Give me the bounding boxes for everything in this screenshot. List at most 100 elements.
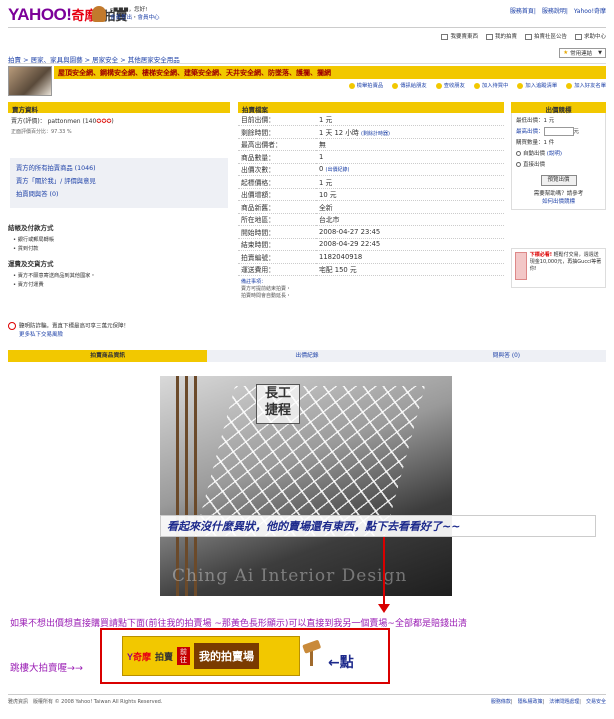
promo-banner[interactable]: 下標必看! 輕鬆付交易，週週送現金10,000元，再抽Gucci等著你! (511, 248, 606, 288)
logout-link[interactable]: 會員登出 (110, 15, 132, 21)
tab-bid-history[interactable]: 出價紀錄 (207, 350, 407, 362)
auction-details: 拍賣檔案 目前出價： 1 元剩餘時間： 1 天 12 小時 (剩餘計時器) 最高出價者… (238, 102, 504, 303)
promo-text: 下標必看! 輕鬆付交易，週週送現金10,000元，再抽Gucci等著你! (529, 252, 602, 272)
detail-row: 拍賣編號： 1182040918 (238, 250, 504, 264)
risk-link[interactable]: 更多私下交易風險 (8, 331, 230, 339)
bid-price-input[interactable] (543, 127, 574, 136)
detail-label: 商品新舊： (238, 200, 316, 214)
detail-value: 無 (316, 138, 504, 151)
detail-value: 0 (出價紀錄) (316, 163, 504, 176)
favorite-seller-icon (566, 82, 573, 89)
footer-link-terms[interactable]: 服務條款 (491, 699, 511, 705)
direct-bid-radio[interactable]: 直接出價 (516, 160, 601, 171)
action-links: 檢舉拍賣品 傳訊給朋友 查收朋友 加入待買中 加入追蹤清單 加入好友名單 (300, 81, 606, 89)
share-icon (392, 82, 399, 89)
favorites-select[interactable]: ★ 常用連結 ▼ (559, 48, 606, 58)
go-to-my-store-banner[interactable]: Y奇摩 拍賣 前往 我的拍賣場 (122, 636, 300, 676)
sell-icon (441, 33, 449, 40)
seller-panel: 賣方資料 賣方(評價)： pattonmen (140✪✪✪) 正面評價百分比：… (8, 102, 230, 135)
tab-item-info[interactable]: 拍賣商品資訊 (8, 350, 208, 362)
banner-store-name: 我的拍賣場 (194, 643, 260, 669)
seller-all-items-link[interactable]: 賣方的所有拍賣商品 (1046) (16, 162, 222, 175)
top-link-yahoo[interactable]: Yahoo!奇摩 (574, 8, 606, 15)
radio-icon (516, 162, 521, 167)
radio-icon (516, 151, 521, 156)
toolbar-community[interactable]: 拍賣社區公告 (524, 32, 567, 40)
detail-value: 2008-04-29 22:45 (316, 238, 504, 251)
seller-qa-link[interactable]: 拍賣問與答 (0) (16, 188, 222, 201)
banner-go: 前往 (177, 647, 191, 665)
footer: 雅虎資訊 版權所有 © 2008 Yahoo! Taiwan All Right… (8, 694, 606, 705)
toolbar-my-auction[interactable]: 我的拍賣 (485, 32, 517, 40)
user-greeting: c■■■，您好! 會員登出・會員中心 (110, 7, 160, 21)
seller-links: 賣方的所有拍賣商品 (1046) 賣方「關於我」/ 評價與意見 拍賣問與答 (0… (10, 158, 228, 208)
seller-about-link[interactable]: 賣方「關於我」/ 評價與意見 (16, 175, 222, 188)
detail-row: 目前出價： 1 元 (238, 113, 504, 126)
seller-title: 賣方資料 (8, 102, 230, 114)
action-report[interactable]: 檢舉拍賣品 (348, 81, 383, 89)
logo-yahoo: YAHOO! (8, 5, 72, 24)
mascot-icon (92, 6, 106, 22)
warning-text: 聽明防詐騙，賣直下標最高可享三萬元保障！ (19, 323, 130, 330)
safety-net (194, 386, 426, 536)
banner-auction: 拍賣 (155, 651, 174, 662)
friends-icon (435, 82, 442, 89)
shipping-item: • 賣方付運費 (13, 282, 44, 288)
seller-name[interactable]: 賣方(評價)： pattonmen (140 (11, 118, 96, 125)
wishlist-icon (473, 82, 480, 89)
category-bar: 屋頂安全網、鋼構安全網、樓梯安全網、建築安全網、天井安全網、防墜落、護攔、攔網 (54, 66, 606, 79)
details-notes: 備註事項： 賣方可提前結束拍賣・ 拍賣時間會自動延長・ (238, 276, 504, 303)
footer-link-privacy[interactable]: 隱私權政策 (518, 699, 543, 705)
auto-bid-radio[interactable]: 自動出價 (說明) (516, 149, 601, 160)
bid-help: 需要幫助嗎？請參考 (533, 191, 584, 197)
detail-value: 2008-04-27 23:45 (316, 225, 504, 239)
product-thumbnail[interactable] (8, 66, 52, 96)
arrow-down-icon (378, 604, 390, 613)
tab-qa[interactable]: 問與答 (0) (406, 350, 606, 362)
detail-note-link[interactable]: (剩餘計時器) (361, 131, 390, 137)
detail-row: 剩餘時間： 1 天 12 小時 (剩餘計時器) (238, 125, 504, 139)
detail-label: 結束時間： (238, 238, 316, 251)
gift-bag-icon (515, 252, 527, 280)
note-item: 賣方可提前結束拍賣・ (241, 286, 292, 292)
detail-label: 出價次數： (238, 163, 316, 176)
copyright: 雅虎資訊 版權所有 © 2008 Yahoo! Taiwan All Right… (8, 699, 163, 705)
top-link-help[interactable]: 服務說明 (542, 8, 566, 15)
footer-link-safety[interactable]: 交易安全 (586, 699, 606, 705)
detail-label: 起標價格： (238, 175, 316, 189)
qty-value: 1 件 (543, 140, 555, 146)
action-wishlist[interactable]: 加入待買中 (473, 81, 508, 89)
member-center-link[interactable]: 會員中心 (138, 15, 160, 21)
prohibited-icon (8, 322, 16, 330)
favorites-label: 常用連結 (570, 51, 593, 57)
toolbar-sell[interactable]: 我要賣東西 (441, 32, 478, 40)
detail-row: 商品數量： 1 (238, 150, 504, 164)
payment-item: • 貨到付款 (13, 246, 39, 252)
action-favorite-seller[interactable]: 加入好友名單 (566, 81, 606, 89)
header-divider (8, 27, 606, 28)
preview-bid-button[interactable]: 預覽出價 (540, 175, 577, 186)
shipping-title: 運費及交貨方式 (8, 260, 54, 268)
detail-note-link[interactable]: (出價紀錄) (326, 167, 350, 173)
report-icon (348, 82, 355, 89)
toolbar-help[interactable]: 求助中心 (574, 32, 606, 40)
detail-label: 運送費用： (238, 263, 316, 276)
detail-row: 所在地區： 台北市 (238, 213, 504, 226)
bid-help-link[interactable]: 如何出價競標 (516, 198, 601, 206)
detail-row: 出價次數： 0 (出價紀錄) (238, 163, 504, 176)
footer-link-legal[interactable]: 法律問題處理 (549, 699, 579, 705)
detail-label: 開始時間： (238, 225, 316, 239)
action-watchlist[interactable]: 加入追蹤清單 (517, 81, 557, 89)
photo-watermark: Ching Ai Interior Design (172, 566, 408, 586)
notes-title[interactable]: 備註事項： (241, 279, 501, 286)
shipping-item: • 賣方不願意寄送商品到其他國家・ (13, 273, 96, 279)
top-link-home[interactable]: 服務首頁 (510, 8, 534, 15)
detail-label: 目前出價： (238, 113, 316, 126)
action-share[interactable]: 傳訊給朋友 (392, 81, 427, 89)
greeting-text: c■■■，您好! (110, 7, 148, 13)
action-friends[interactable]: 查收朋友 (435, 81, 465, 89)
payment-section: 結帳及付款方式 • 銀行或郵局轉帳 • 貨到付款 運費及交貨方式 • 賣方不願意… (8, 222, 230, 290)
arrow-line (383, 537, 385, 609)
my-auction-icon (485, 33, 493, 40)
detail-row: 起標價格： 1 元 (238, 175, 504, 189)
